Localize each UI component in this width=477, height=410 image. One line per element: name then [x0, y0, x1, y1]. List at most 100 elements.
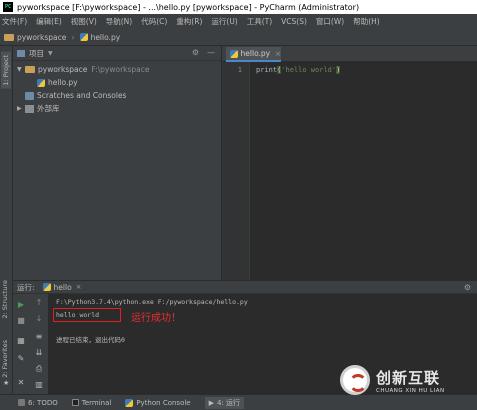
- tree-item-path: F:\pyworkspace: [91, 65, 150, 74]
- tab-label: hello.py: [240, 49, 271, 58]
- close-icon[interactable]: ×: [275, 50, 281, 58]
- layout-icon[interactable]: ▦: [15, 336, 27, 345]
- breadcrumb: pyworkspace › hello.py: [0, 29, 477, 46]
- chevron-down-icon[interactable]: ▼: [48, 50, 53, 57]
- tree-item-external-libraries[interactable]: ▶ 外部库: [13, 102, 221, 115]
- rerun-icon[interactable]: ▶: [15, 300, 27, 309]
- python-console-icon: [125, 398, 134, 407]
- menu-code[interactable]: 代码(C): [141, 16, 167, 27]
- pycharm-logo-icon: PC: [3, 2, 13, 12]
- hide-panel-icon[interactable]: —: [207, 48, 215, 57]
- collapse-arrow-icon[interactable]: ▶: [17, 105, 25, 112]
- scroll-to-end-icon[interactable]: ⇊: [33, 348, 45, 357]
- code-function: print: [256, 66, 278, 74]
- editor-tab-bar: hello.py ×: [222, 46, 477, 62]
- watermark-logo-icon: [340, 365, 370, 395]
- terminal-tool-button[interactable]: Terminal: [71, 398, 112, 407]
- project-view-icon: [17, 49, 25, 57]
- scroll-up-icon[interactable]: ↑: [33, 298, 45, 307]
- scratches-icon: [25, 91, 34, 100]
- close-icon[interactable]: ×: [76, 283, 82, 291]
- annotation-success: 运行成功！: [131, 313, 181, 324]
- tree-item-root[interactable]: ▼ pyworkspace F:\pyworkspace: [13, 63, 221, 76]
- menu-refactor[interactable]: 重构(R): [176, 16, 202, 27]
- tree-item-file[interactable]: hello.py: [13, 76, 221, 89]
- python-console-tool-button[interactable]: Python Console: [125, 398, 191, 407]
- title-bar: PC pyworkspace [F:\pyworkspace] - ...\he…: [0, 0, 477, 14]
- scroll-down-icon[interactable]: ↓: [33, 314, 45, 323]
- run-tab-label: hello: [53, 282, 72, 292]
- folder-icon: [25, 66, 35, 73]
- tree-item-label: 外部库: [37, 104, 60, 113]
- python-file-icon: [42, 283, 51, 291]
- watermark: 创新互联 CHUANG XIN HU LIAN: [340, 362, 470, 398]
- code-string: 'hello world': [281, 66, 337, 74]
- folder-icon: [4, 33, 14, 41]
- code-paren-close: ): [336, 66, 341, 74]
- line-number: 1: [237, 66, 242, 74]
- run-tool-button[interactable]: ▶ 4: 运行: [204, 396, 245, 409]
- left-tool-stripe: 1: Project 2: Structure 2: Favorites ★: [0, 46, 13, 394]
- editor-gutter: 1: [222, 62, 250, 280]
- menu-window[interactable]: 窗口(W): [316, 16, 344, 27]
- menu-view[interactable]: 视图(V): [71, 16, 97, 27]
- trash-icon[interactable]: ▥: [33, 380, 45, 389]
- tree-item-label: pyworkspace: [38, 65, 88, 74]
- gear-icon[interactable]: ⚙: [464, 283, 471, 292]
- python-file-icon: [230, 49, 238, 58]
- console-output-line: hello world: [56, 311, 100, 319]
- star-icon: ★: [3, 379, 10, 387]
- watermark-text-en: CHUANG XIN HU LIAN: [376, 387, 445, 394]
- menu-bar: 文件(F) 编辑(E) 视图(V) 导航(N) 代码(C) 重构(R) 运行(U…: [0, 14, 477, 29]
- structure-tool-tab[interactable]: 2: Structure: [1, 280, 9, 319]
- project-view-selector[interactable]: 项目: [29, 48, 44, 59]
- watermark-text-cn: 创新互联: [376, 368, 441, 387]
- console-command-line: F:\Python3.7.4\python.exe F:/pyworkspace…: [56, 298, 248, 306]
- window-title: pyworkspace [F:\pyworkspace] - ...\hello…: [17, 2, 360, 12]
- favorites-tool-tab[interactable]: 2: Favorites: [1, 340, 9, 378]
- run-toolbar-secondary: ↑ ↓ ≡ ⇊ ⎙ ▥: [29, 294, 49, 394]
- menu-file[interactable]: 文件(F): [2, 16, 27, 27]
- menu-navigate[interactable]: 导航(N): [106, 16, 132, 27]
- run-toolbar-primary: ▶ ■ ▦ ✎ ✕: [13, 294, 29, 394]
- run-icon: ▶: [208, 398, 214, 407]
- python-console-label: Python Console: [136, 398, 191, 407]
- soft-wrap-icon[interactable]: ≡: [33, 332, 45, 341]
- todo-tool-button[interactable]: 6: TODO: [18, 399, 58, 407]
- menu-vcs[interactable]: VCS(S): [281, 17, 307, 26]
- tree-item-scratches[interactable]: Scratches and Consoles: [13, 89, 221, 102]
- project-tool-tab[interactable]: 1: Project: [1, 52, 11, 89]
- breadcrumb-project-label: pyworkspace: [17, 32, 67, 42]
- project-panel: 项目 ▼ ⚙ — ▼ pyworkspace F:\pyworkspace he…: [13, 46, 222, 280]
- menu-run[interactable]: 运行(U): [211, 16, 237, 27]
- breadcrumb-file[interactable]: hello.py: [79, 32, 121, 42]
- breadcrumb-file-label: hello.py: [90, 32, 121, 42]
- tree-item-label: Scratches and Consoles: [37, 91, 127, 100]
- run-tab-hello[interactable]: hello ×: [42, 282, 82, 292]
- console-exit-line: 进程已结束，退出代码0: [56, 336, 125, 344]
- menu-tools[interactable]: 工具(T): [247, 16, 272, 27]
- menu-help[interactable]: 帮助(H): [353, 16, 380, 27]
- tab-hello-py[interactable]: hello.py ×: [226, 47, 281, 62]
- python-file-icon: [37, 78, 45, 87]
- pin-icon[interactable]: ✎: [15, 354, 27, 363]
- print-icon[interactable]: ⎙: [33, 364, 45, 374]
- run-panel-label: 运行:: [17, 282, 35, 292]
- code-line[interactable]: print('hello world'): [256, 66, 341, 74]
- todo-icon: [18, 399, 25, 406]
- menu-edit[interactable]: 编辑(E): [36, 16, 62, 27]
- chevron-right-icon: ›: [71, 32, 75, 42]
- code-editor[interactable]: 1 print('hello world'): [222, 62, 477, 280]
- terminal-icon: [71, 399, 79, 406]
- run-panel-header: 运行: hello × ⚙: [13, 280, 477, 294]
- stop-icon[interactable]: ■: [15, 316, 27, 325]
- gear-icon[interactable]: ⚙: [192, 48, 199, 57]
- python-file-icon: [79, 33, 88, 41]
- expand-arrow-icon[interactable]: ▼: [17, 66, 25, 73]
- terminal-label: Terminal: [81, 398, 112, 407]
- tree-item-label: hello.py: [48, 78, 78, 87]
- breadcrumb-project[interactable]: pyworkspace: [4, 33, 66, 42]
- project-panel-header: 项目 ▼ ⚙ —: [13, 46, 221, 61]
- library-icon: [25, 104, 34, 113]
- close-icon[interactable]: ✕: [15, 378, 27, 387]
